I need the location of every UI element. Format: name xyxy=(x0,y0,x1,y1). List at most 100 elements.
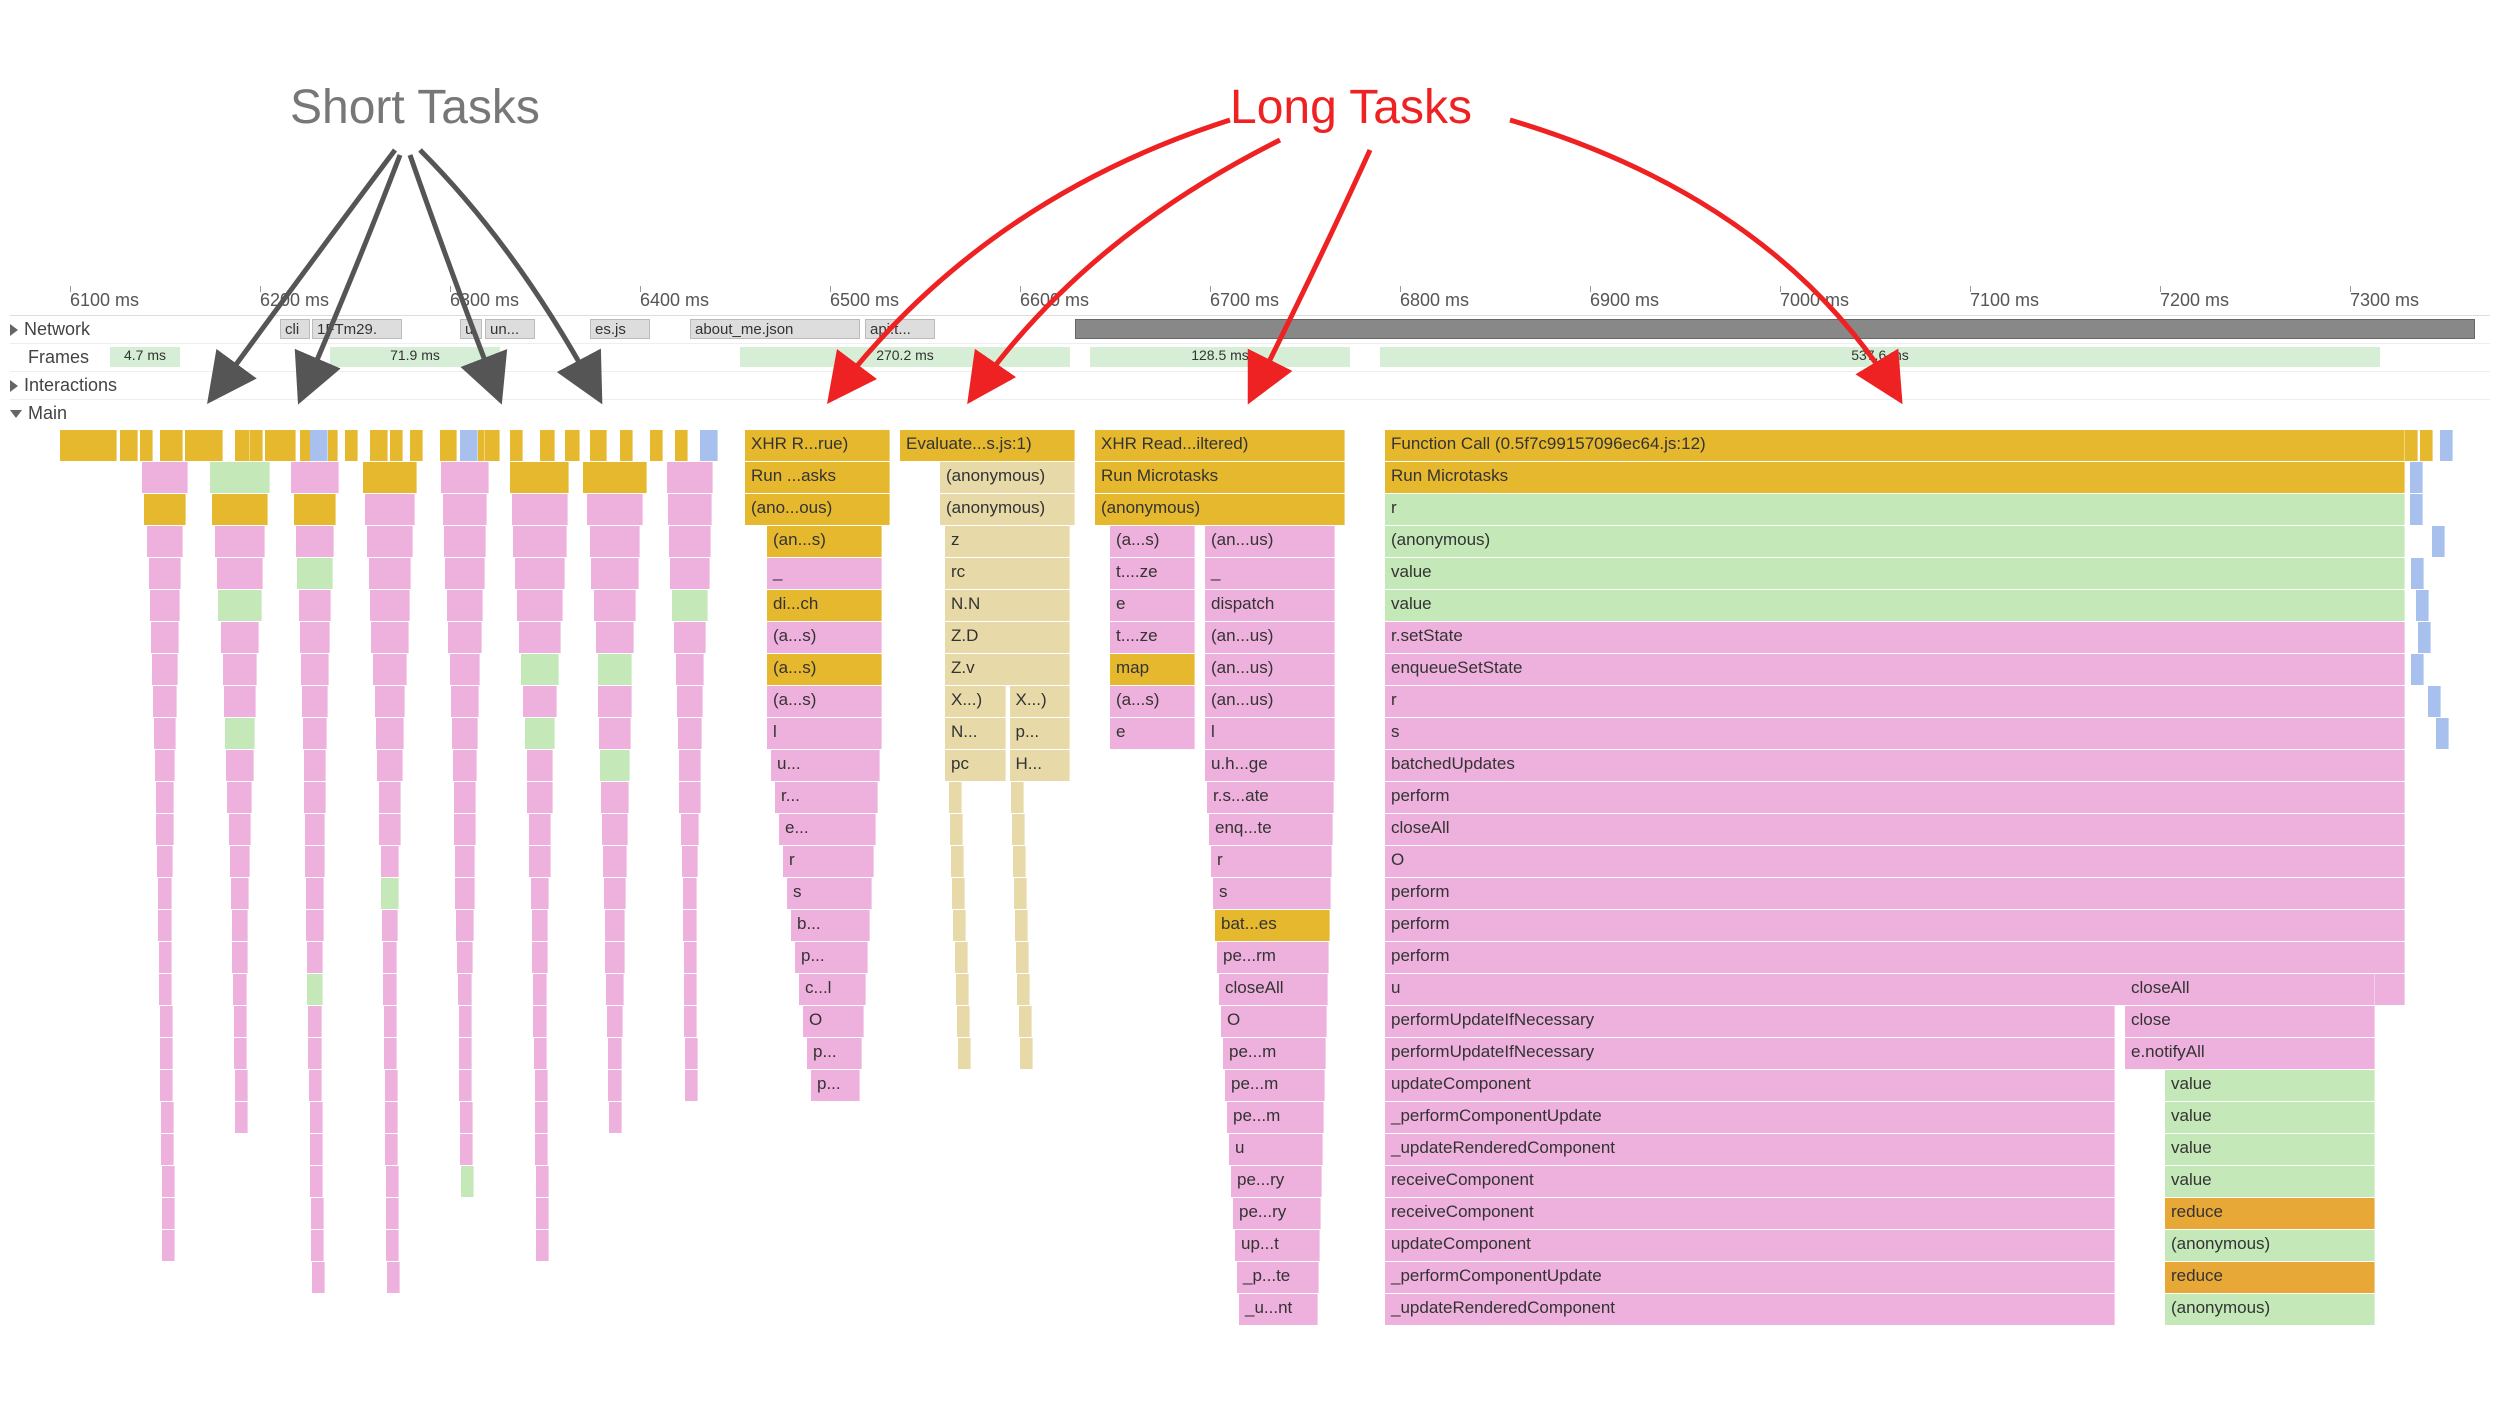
flame-block[interactable]: updateComponent xyxy=(1385,1070,2115,1101)
flame-block[interactable] xyxy=(2432,526,2445,557)
flame-block[interactable]: (anonymous) xyxy=(1095,494,1345,525)
flame-block[interactable]: (an...us) xyxy=(1205,526,1335,557)
flame-block[interactable] xyxy=(226,750,254,781)
flame-block[interactable] xyxy=(952,878,965,909)
flame-block[interactable]: Run Microtasks xyxy=(1095,462,1345,493)
flame-block[interactable] xyxy=(150,590,181,621)
flame-block[interactable] xyxy=(517,590,564,621)
network-request[interactable]: about_me.json xyxy=(690,319,860,339)
flame-block[interactable]: p... xyxy=(795,942,868,973)
flame-block[interactable] xyxy=(162,1230,175,1261)
flame-block[interactable] xyxy=(170,430,183,461)
flame-block[interactable] xyxy=(458,974,472,1005)
flame-block[interactable] xyxy=(301,654,329,685)
flame-block[interactable] xyxy=(233,974,247,1005)
flame-block[interactable] xyxy=(1019,1006,1032,1037)
flame-block[interactable] xyxy=(540,430,555,461)
flame-block[interactable]: r xyxy=(1385,686,2405,717)
flame-block[interactable] xyxy=(294,494,337,525)
flame-block[interactable] xyxy=(533,1006,546,1037)
chevron-right-icon[interactable] xyxy=(10,380,18,392)
flame-block[interactable] xyxy=(384,1038,397,1069)
flame-block[interactable] xyxy=(685,1038,698,1069)
flame-block[interactable] xyxy=(308,1006,323,1037)
flame-block[interactable] xyxy=(223,654,258,685)
frame-block[interactable]: 128.5 ms xyxy=(1090,347,1350,367)
flame-block[interactable] xyxy=(677,686,703,717)
flame-block[interactable]: dispatch xyxy=(1205,590,1335,621)
flame-block[interactable]: b... xyxy=(791,910,870,941)
flame-block[interactable] xyxy=(161,1134,174,1165)
flame-block[interactable] xyxy=(369,558,411,589)
flame-block[interactable] xyxy=(523,686,556,717)
flame-block[interactable] xyxy=(650,430,663,461)
flame-block[interactable] xyxy=(684,1006,697,1037)
chevron-down-icon[interactable] xyxy=(10,410,22,418)
flame-block[interactable] xyxy=(527,750,554,781)
flame-block[interactable] xyxy=(375,686,405,717)
flame-block[interactable] xyxy=(459,1038,472,1069)
flame-block[interactable]: _updateRenderedComponent xyxy=(1385,1134,2115,1165)
flame-block[interactable]: pe...ry xyxy=(1231,1166,1322,1197)
flame-block[interactable] xyxy=(367,526,412,557)
flame-block[interactable]: updateComponent xyxy=(1385,1230,2115,1261)
flame-block[interactable]: (anonymous) xyxy=(2165,1230,2375,1261)
flame-block[interactable] xyxy=(452,718,478,749)
flame-block[interactable] xyxy=(461,1166,474,1197)
flame-block[interactable] xyxy=(151,622,179,653)
flame-block[interactable]: (anonymous) xyxy=(940,494,1075,525)
flame-block[interactable]: p... xyxy=(1010,718,1071,749)
flame-block[interactable]: r xyxy=(1385,494,2405,525)
flame-block[interactable] xyxy=(1013,846,1026,877)
flame-block[interactable]: value xyxy=(2165,1102,2375,1133)
flame-block[interactable] xyxy=(1015,910,1028,941)
flame-block[interactable]: _p...te xyxy=(1237,1262,1319,1293)
flame-block[interactable] xyxy=(527,782,552,813)
flame-block[interactable] xyxy=(307,942,324,973)
flame-block[interactable]: _updateRenderedComponent xyxy=(1385,1294,2115,1325)
flame-block[interactable]: N... xyxy=(945,718,1006,749)
flame-block[interactable] xyxy=(382,910,398,941)
flame-block[interactable]: _u...nt xyxy=(1239,1294,1318,1325)
flame-block[interactable] xyxy=(583,462,647,493)
flame-block[interactable]: (anonymous) xyxy=(940,462,1075,493)
flame-block[interactable] xyxy=(162,1198,175,1229)
flame-block[interactable] xyxy=(217,558,262,589)
flame-block[interactable] xyxy=(305,846,324,877)
flame-block[interactable]: value xyxy=(2165,1134,2375,1165)
flame-block[interactable] xyxy=(2420,430,2433,461)
flame-block[interactable] xyxy=(681,814,700,845)
flame-block[interactable] xyxy=(679,750,701,781)
flame-block[interactable] xyxy=(155,750,176,781)
flame-block[interactable]: Run ...asks xyxy=(745,462,890,493)
flame-block[interactable] xyxy=(2410,494,2423,525)
flame-block[interactable] xyxy=(291,462,339,493)
flame-block[interactable]: u... xyxy=(771,750,880,781)
flame-block[interactable] xyxy=(311,1198,324,1229)
chevron-right-icon[interactable] xyxy=(10,324,18,336)
flame-block[interactable] xyxy=(376,718,404,749)
flame-block[interactable] xyxy=(2411,654,2424,685)
flame-block[interactable] xyxy=(590,526,640,557)
flame-block[interactable] xyxy=(604,878,627,909)
flame-block[interactable] xyxy=(1014,878,1027,909)
flame-block[interactable]: O xyxy=(1221,1006,1327,1037)
flame-block[interactable] xyxy=(608,1038,623,1069)
flame-block[interactable] xyxy=(536,1198,549,1229)
flame-block[interactable] xyxy=(308,1038,321,1069)
flame-block[interactable]: perform xyxy=(1385,942,2405,973)
flame-block[interactable] xyxy=(444,526,485,557)
flame-block[interactable] xyxy=(221,622,260,653)
flame-block[interactable] xyxy=(529,846,550,877)
flame-block[interactable] xyxy=(309,1070,322,1101)
flame-block[interactable] xyxy=(451,686,480,717)
flame-block[interactable] xyxy=(365,494,415,525)
flame-block[interactable]: _performComponentUpdate xyxy=(1385,1262,2115,1293)
flame-block[interactable]: Z.D xyxy=(945,622,1070,653)
flame-block[interactable] xyxy=(1011,782,1024,813)
flame-block[interactable] xyxy=(195,430,211,461)
flame-block[interactable] xyxy=(303,718,327,749)
flame-block[interactable] xyxy=(386,1166,399,1197)
flame-block[interactable] xyxy=(158,910,171,941)
flame-block[interactable]: closeAll xyxy=(1219,974,1328,1005)
